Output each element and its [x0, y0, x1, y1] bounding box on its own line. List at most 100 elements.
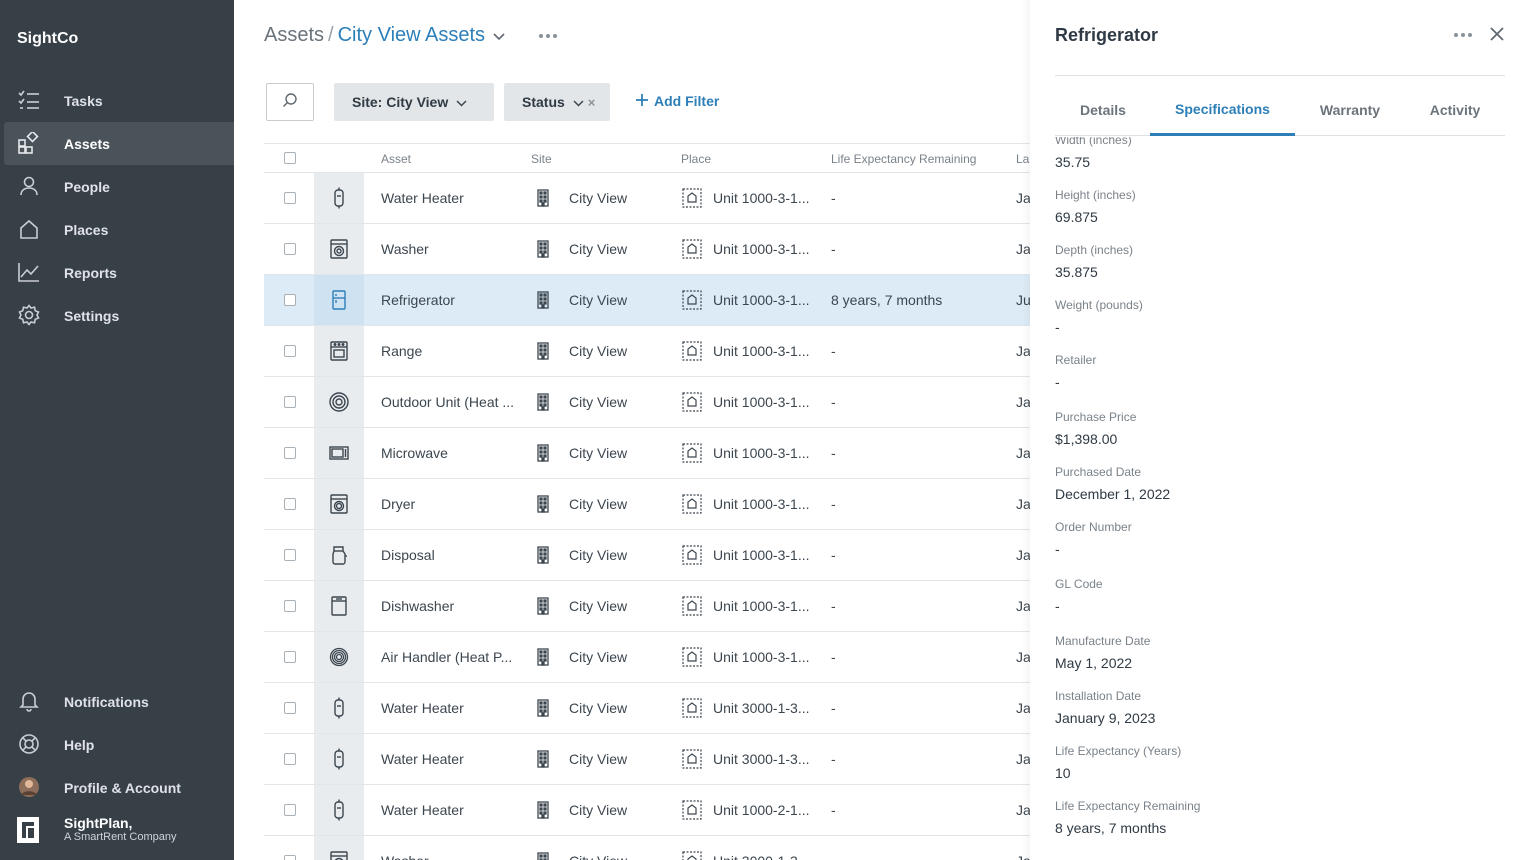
row-checkbox[interactable] [284, 702, 296, 714]
asset-name[interactable]: Microwave [381, 445, 521, 461]
tab-warranty[interactable]: Warranty [1295, 84, 1405, 136]
asset-name[interactable]: Refrigerator [381, 292, 521, 308]
add-filter-button[interactable]: Add Filter [636, 93, 719, 109]
table-row[interactable]: Water HeaterCity ViewUnit 3000-1-3...-Ja [264, 683, 1030, 734]
sidebar-item-label: Reports [64, 264, 117, 281]
spec-item: Depth (inches) 35.875 [1055, 243, 1133, 280]
site-name: City View [569, 751, 628, 767]
sidebar-item-profile[interactable]: Profile & Account [4, 766, 234, 809]
spec-item: Life Expectancy Remaining 8 years, 7 mont… [1055, 799, 1200, 836]
column-header-place[interactable]: Place [681, 152, 711, 166]
select-all-checkbox[interactable] [284, 152, 296, 164]
sidebar-item-people[interactable]: People [4, 165, 234, 208]
table-row[interactable]: Air Handler (Heat P... City View Unit 1000… [264, 632, 1030, 683]
table-row[interactable]: Water HeaterCity ViewUnit 3000-1-3...-Ja [264, 734, 1030, 785]
tab-activity[interactable]: Activity [1405, 84, 1505, 136]
asset-name[interactable]: Water Heater [381, 802, 521, 818]
company-subtitle: A SmartRent Company [64, 831, 177, 843]
table-row[interactable]: DryerCity ViewUnit 1000-3-1...-Ja [264, 479, 1030, 530]
status-filter-label: Status [522, 94, 565, 110]
column-header-asset[interactable]: Asset [381, 152, 411, 166]
status-filter-chip[interactable]: Status × [504, 83, 610, 121]
sidebar-item-assets[interactable]: Assets [4, 122, 234, 165]
air-handler-icon [314, 632, 364, 682]
table-row[interactable]: DisposalCity ViewUnit 1000-3-1...-Ja [264, 530, 1030, 581]
row-checkbox[interactable] [284, 855, 296, 860]
fan-icon [314, 377, 364, 427]
table-row[interactable]: WasherCity ViewUnit 1000-3-1...-Ja [264, 224, 1030, 275]
chevron-down-icon[interactable] [493, 24, 505, 47]
more-options-icon[interactable] [539, 33, 558, 38]
unit-icon [682, 545, 702, 568]
breadcrumb-current[interactable]: City View Assets [338, 24, 485, 47]
place-name: Unit 1000-3-1... [713, 496, 810, 512]
asset-name[interactable]: Dishwasher [381, 598, 521, 614]
table-row[interactable]: Water HeaterCity ViewUnit 1000-3-1...-Ja [264, 173, 1030, 224]
chevron-down-icon [573, 94, 584, 110]
sidebar-item-places[interactable]: Places [4, 208, 234, 251]
row-checkbox[interactable] [284, 804, 296, 816]
sidebar-item-reports[interactable]: Reports [4, 251, 234, 294]
sidebar-item-notifications[interactable]: Notifications [4, 680, 234, 723]
row-checkbox[interactable] [284, 600, 296, 612]
spec-label: Life Expectancy Remaining [1055, 799, 1201, 813]
gear-icon [18, 304, 40, 326]
site-filter-chip[interactable]: Site: City View [334, 83, 494, 121]
row-checkbox[interactable] [284, 651, 296, 663]
table-row[interactable]: MicrowaveCity ViewUnit 1000-3-1...-Ja [264, 428, 1030, 479]
breadcrumb-root-link[interactable]: Assets [264, 24, 324, 47]
row-checkbox[interactable] [284, 243, 296, 255]
asset-name[interactable]: Water Heater [381, 190, 521, 206]
row-checkbox[interactable] [284, 549, 296, 561]
asset-name[interactable]: Water Heater [381, 700, 521, 716]
row-checkbox[interactable] [284, 498, 296, 510]
sidebar-item-help[interactable]: Help [4, 723, 234, 766]
refrigerator-icon [314, 275, 364, 325]
remove-filter-icon[interactable]: × [588, 95, 596, 110]
asset-name[interactable]: Disposal [381, 547, 521, 563]
spec-label: Width (inches) [1055, 137, 1132, 147]
spec-item: Order Number - [1055, 520, 1132, 557]
building-icon [537, 189, 549, 210]
disposal-icon [314, 530, 364, 580]
spec-label: Installation Date [1055, 689, 1142, 703]
search-button[interactable] [266, 83, 314, 121]
column-header-life-expectancy[interactable]: Life Expectancy Remaining [831, 152, 976, 166]
building-icon [537, 240, 549, 261]
life-expectancy-remaining: - [831, 598, 836, 614]
tab-details[interactable]: Details [1055, 84, 1151, 136]
sidebar-item-label: Settings [64, 307, 120, 324]
sidebar-item-settings[interactable]: Settings [4, 294, 234, 337]
water-heater-icon [314, 683, 364, 733]
column-header-site[interactable]: Site [531, 152, 552, 166]
close-icon[interactable] [1489, 26, 1505, 47]
asset-name[interactable]: Water Heater [381, 751, 521, 767]
sidebar: SightCo Tasks Assets People Places Repor… [0, 0, 234, 860]
row-checkbox[interactable] [284, 345, 296, 357]
sidebar-item-tasks[interactable]: Tasks [4, 79, 234, 122]
site-name: City View [569, 241, 628, 257]
asset-name[interactable]: Washer [381, 853, 521, 860]
row-checkbox[interactable] [284, 294, 296, 306]
table-row[interactable]: DishwasherCity ViewUnit 1000-3-1...-Ja [264, 581, 1030, 632]
table-row[interactable]: Refrigerator City View Unit 1000-3-1... 8 y… [264, 275, 1030, 326]
panel-shadow [1022, 0, 1030, 860]
asset-name[interactable]: Range [381, 343, 521, 359]
tab-specifications[interactable]: Specifications [1150, 84, 1295, 136]
asset-name[interactable]: Washer [381, 241, 521, 257]
table-row[interactable]: Water HeaterCity ViewUnit 1000-2-1...-Ja [264, 785, 1030, 836]
table-row[interactable]: RangeCity ViewUnit 1000-3-1...-Ja [264, 326, 1030, 377]
sidebar-item-label: Notifications [64, 693, 149, 710]
site-name: City View [569, 547, 628, 563]
row-checkbox[interactable] [284, 447, 296, 459]
asset-name[interactable]: Dryer [381, 496, 521, 512]
asset-name[interactable]: Air Handler (Heat P... [381, 649, 521, 665]
row-checkbox[interactable] [284, 753, 296, 765]
more-options-icon[interactable] [1454, 33, 1472, 37]
row-checkbox[interactable] [284, 396, 296, 408]
life-expectancy-remaining: - [831, 343, 836, 359]
table-row[interactable]: WasherCity ViewUnit 3000-1-3...-Ja [264, 836, 1030, 860]
asset-name[interactable]: Outdoor Unit (Heat ... [381, 394, 521, 410]
table-row[interactable]: Outdoor Unit (Heat ... City View Unit 1000… [264, 377, 1030, 428]
row-checkbox[interactable] [284, 192, 296, 204]
